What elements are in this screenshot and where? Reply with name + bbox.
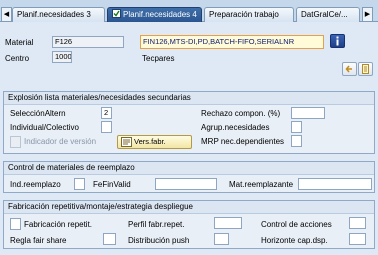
control-acciones-label: Control de acciones <box>261 220 332 229</box>
mat-reemplazante-field[interactable] <box>298 178 372 190</box>
fefin-valid-label: FeFinValid <box>93 180 131 189</box>
individual-colectivo-field[interactable] <box>101 121 112 133</box>
centro-label: Centro <box>5 54 30 63</box>
tab-label: Preparación trabajo <box>209 10 279 19</box>
info-icon[interactable] <box>330 34 345 48</box>
distribucion-push-field[interactable] <box>214 233 229 245</box>
ind-reemplazo-field[interactable] <box>74 178 85 190</box>
indicador-version-label: Indicador de versión <box>24 137 97 146</box>
tab-preparacion-trabajo[interactable]: Preparación trabajo <box>204 7 294 22</box>
material-field[interactable]: F126 <box>52 36 124 48</box>
material-description-field[interactable]: FIN126,MTS-DI,PD,BATCH-FIFO,SERIALNR <box>140 35 324 49</box>
tab-bar: ◀ Planif.necesidades 3 Planif.necesidade… <box>0 0 378 22</box>
individual-colectivo-label: Individual/Colectivo <box>10 123 79 132</box>
reemplazo-group: Control de materiales de reemplazo Ind.r… <box>3 161 375 193</box>
fabricacion-group-title: Fabricación repetitiva/montaje/estrategi… <box>4 201 374 214</box>
perfil-fabr-repet-field[interactable] <box>214 217 242 229</box>
seleccion-altern-label: SelecciónAltern <box>10 109 66 118</box>
fabricacion-repetit-label: Fabricación repetit. <box>24 220 93 229</box>
tab-planif-4[interactable]: Planif.necesidades 4 <box>107 7 202 22</box>
ind-reemplazo-label: Ind.reemplazo <box>10 180 61 189</box>
seleccion-altern-field[interactable]: 2 <box>101 107 112 119</box>
indicador-version-checkbox[interactable] <box>10 136 21 148</box>
tab-planif-3[interactable]: Planif.necesidades 3 <box>12 7 105 22</box>
fefin-valid-field[interactable] <box>155 178 217 190</box>
tab-scroll-right-icon[interactable]: ▶ <box>362 7 373 22</box>
reemplazo-group-title: Control de materiales de reemplazo <box>4 162 374 175</box>
fabricacion-group: Fabricación repetitiva/montaje/estrategi… <box>3 200 375 249</box>
agrup-necesidades-label: Agrup.necesidades <box>201 123 270 132</box>
perfil-fabr-repet-label: Perfil fabr.repet. <box>128 220 185 229</box>
horizonte-cap-dsp-field[interactable] <box>349 233 366 245</box>
vers-fabr-label: Vers.fabr. <box>134 137 166 146</box>
explosion-group-title: Explosión lista materiales/necesidades s… <box>4 92 374 105</box>
mat-reemplazante-label: Mat.reemplazante <box>229 180 294 189</box>
agrup-necesidades-field[interactable] <box>291 121 302 133</box>
rechazo-compon-field[interactable] <box>291 107 325 119</box>
mrp-nec-dependientes-label: MRP nec.dependientes <box>201 137 285 146</box>
fabricacion-repetit-checkbox[interactable] <box>10 218 21 230</box>
tab-scroll-left-icon[interactable]: ◀ <box>1 7 12 22</box>
centro-description: Tecpares <box>142 54 175 63</box>
control-acciones-field[interactable] <box>349 217 366 229</box>
material-label: Material <box>5 38 34 47</box>
horizonte-cap-dsp-label: Horizonte cap.dsp. <box>261 236 328 245</box>
tab-label: DatGralCe/... <box>301 10 348 19</box>
regla-fair-share-field[interactable] <box>103 233 116 245</box>
tab-datgralce[interactable]: DatGralCe/... <box>296 7 360 22</box>
tab-label: Planif.necesidades 3 <box>17 10 91 19</box>
version-icon <box>121 137 132 151</box>
mrp-nec-dependientes-field[interactable] <box>291 135 302 147</box>
distribucion-push-label: Distribución push <box>128 236 190 245</box>
tab-check-icon <box>112 9 121 18</box>
document-icon[interactable] <box>358 62 373 76</box>
explosion-group: Explosión lista materiales/necesidades s… <box>3 91 375 154</box>
back-icon[interactable] <box>342 62 357 76</box>
centro-field[interactable]: 1000 <box>52 51 72 63</box>
tab-label: Planif.necesidades 4 <box>123 10 197 19</box>
rechazo-compon-label: Rechazo compon. (%) <box>201 109 281 118</box>
vers-fabr-button[interactable]: Vers.fabr. <box>117 135 192 149</box>
regla-fair-share-label: Regla fair share <box>10 236 67 245</box>
